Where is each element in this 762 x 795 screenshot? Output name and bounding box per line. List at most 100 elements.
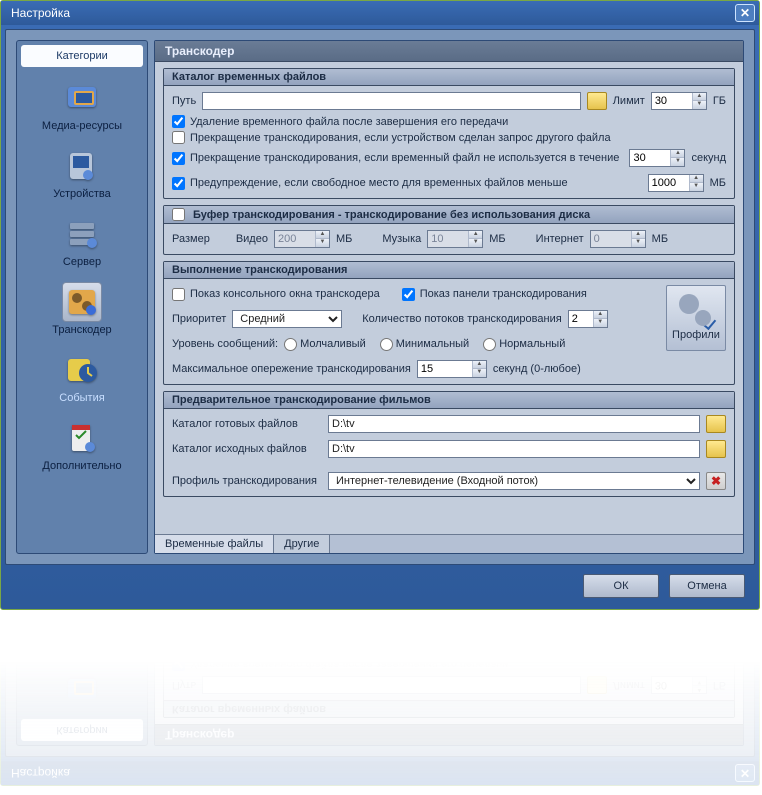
internet-label: Интернет <box>536 233 584 245</box>
in-folder-label: Каталог исходных файлов <box>172 443 322 455</box>
main-title: Транскодер <box>155 724 743 745</box>
sidebar-item-additional[interactable]: Дополнительно <box>17 411 147 479</box>
mb1: МБ <box>336 233 352 245</box>
chk-warn-space[interactable]: Предупреждение, если свободное место для… <box>172 177 642 190</box>
media-icon <box>62 668 102 708</box>
sidebar-label: Сервер <box>19 256 145 268</box>
limit-unit: ГБ <box>713 95 726 107</box>
limit-stepper[interactable]: ▲▼ <box>651 92 707 110</box>
bottom-tabs: Временные файлы Другие <box>155 534 743 553</box>
internet-stepper: ▲▼ <box>590 230 646 248</box>
dialog-body: Категории Медиа-ресурсы Устройства Серве… <box>5 606 755 757</box>
group-header-pretrans: Предварительное транскодирование фильмов <box>164 392 734 409</box>
threads-stepper[interactable]: ▲▼ <box>568 310 608 328</box>
profile-select[interactable]: Интернет-телевидение (Входной поток) <box>328 472 700 490</box>
mb3: МБ <box>652 233 668 245</box>
idle-unit: секунд <box>691 622 726 634</box>
main-panel: Транскодер Каталог временных файлов Путь… <box>154 40 744 554</box>
buffer-size-label: Размер <box>172 233 210 245</box>
cancel-button[interactable]: Отмена <box>669 574 745 598</box>
title-bar: Настройка ✕ <box>1 1 759 25</box>
browse-out-folder-icon[interactable] <box>706 415 726 433</box>
limit-label: Лимит <box>613 679 645 691</box>
idle-stepper[interactable]: ▲▼ <box>629 619 685 637</box>
settings-window: Настройка ✕ Категории Медиа-ресурсы Устр… <box>0 606 760 786</box>
group-header-temp: Каталог временных файлов <box>164 700 734 717</box>
path-input[interactable] <box>202 92 581 110</box>
in-folder-input[interactable] <box>328 440 700 458</box>
sidebar-header: Категории <box>21 45 143 67</box>
sidebar-item-devices[interactable]: Устройства <box>17 139 147 207</box>
ok-button[interactable]: ОК <box>583 574 659 598</box>
group-header-buffer[interactable]: Буфер транскодирования - транскодировани… <box>164 206 734 224</box>
path-label: Путь <box>172 95 196 107</box>
threads-label: Количество потоков транскодирования <box>362 313 561 325</box>
events-icon <box>62 350 102 390</box>
warn-unit: МБ <box>710 177 726 189</box>
group-header-temp: Каталог временных файлов <box>164 69 734 86</box>
category-sidebar: Категории Медиа-ресурсы Устройства Серве… <box>16 40 148 554</box>
sidebar-item-transcoder[interactable]: Транскодер <box>17 275 147 343</box>
chk-stop-other-request[interactable]: Прекращение транскодирования, если устро… <box>172 131 726 144</box>
warn-stepper[interactable]: ▲▼ <box>648 174 704 192</box>
radio-normal[interactable]: Нормальный <box>483 338 565 351</box>
delete-profile-icon[interactable]: ✖ <box>706 472 726 490</box>
chk-stop-other-request[interactable]: Прекращение транскодирования, если устро… <box>172 642 726 655</box>
tab-temp-files[interactable]: Временные файлы <box>155 535 274 553</box>
video-label: Видео <box>236 233 268 245</box>
profile-label: Профиль транскодирования <box>172 475 322 487</box>
group-temp-files: Каталог временных файлов Путь Лимит ▲▼ Г… <box>163 68 735 199</box>
sidebar-item-media[interactable]: Медиа-ресурсы <box>17 647 147 715</box>
sidebar-label: Медиа-ресурсы <box>19 120 145 132</box>
chk-stop-idle[interactable]: Прекращение транскодирования, если време… <box>172 622 623 635</box>
idle-stepper[interactable]: ▲▼ <box>629 149 685 167</box>
dialog-body: Категории Медиа-ресурсы Устройства Серве… <box>5 29 755 565</box>
browse-in-folder-icon[interactable] <box>706 440 726 458</box>
sidebar-label: Транскодер <box>19 324 145 336</box>
dialog-buttons: ОК Отмена <box>1 569 759 609</box>
music-stepper: ▲▼ <box>427 230 483 248</box>
path-input[interactable] <box>202 676 581 694</box>
lead-stepper[interactable]: ▲▼ <box>417 360 487 378</box>
main-panel: Транскодер Каталог временных файлов Путь… <box>154 606 744 746</box>
sidebar-item-media[interactable]: Медиа-ресурсы <box>17 71 147 139</box>
group-buffer: Буфер транскодирования - транскодировани… <box>163 205 735 255</box>
tab-other[interactable]: Другие <box>274 535 330 553</box>
browse-folder-icon[interactable] <box>587 92 607 110</box>
sidebar-label: Медиа-ресурсы <box>19 654 145 666</box>
title-bar: Настройка ✕ <box>1 761 759 785</box>
media-icon <box>62 78 102 118</box>
verbose-label: Уровень сообщений: <box>172 338 278 350</box>
chk-stop-idle[interactable]: Прекращение транскодирования, если време… <box>172 152 623 165</box>
additional-icon <box>62 418 102 458</box>
chk-console[interactable]: Показ консольного окна транскодера <box>172 288 380 301</box>
profiles-button[interactable]: Профили <box>666 285 726 351</box>
sidebar-label: События <box>19 392 145 404</box>
music-label: Музыка <box>382 233 421 245</box>
limit-stepper[interactable]: ▲▼ <box>651 676 707 694</box>
sidebar-item-devices[interactable]: Устройства <box>17 606 147 647</box>
video-stepper: ▲▼ <box>274 230 330 248</box>
transcoder-icon <box>62 282 102 322</box>
gear-icon <box>680 295 712 325</box>
chk-panel[interactable]: Показ панели транскодирования <box>402 288 587 301</box>
sidebar-item-server[interactable]: Сервер <box>17 207 147 275</box>
close-icon[interactable]: ✕ <box>735 4 755 22</box>
limit-unit: ГБ <box>713 679 726 691</box>
idle-unit: секунд <box>691 152 726 164</box>
sidebar-item-events[interactable]: События <box>17 343 147 411</box>
sidebar-label: Устройства <box>19 188 145 200</box>
radio-minimal[interactable]: Минимальный <box>380 338 469 351</box>
devices-icon <box>62 146 102 186</box>
chk-delete-temp[interactable]: Удаление временного файла после завершен… <box>172 658 726 671</box>
out-folder-input[interactable] <box>328 415 700 433</box>
chk-delete-temp[interactable]: Удаление временного файла после завершен… <box>172 115 726 128</box>
sidebar-label: Дополнительно <box>19 460 145 472</box>
window-title: Настройка <box>11 766 70 780</box>
priority-select[interactable]: Средний <box>232 310 342 328</box>
browse-folder-icon[interactable] <box>587 676 607 694</box>
radio-silent[interactable]: Молчаливый <box>284 338 366 351</box>
path-label: Путь <box>172 679 196 691</box>
group-pretranscode: Предварительное транскодирование фильмов… <box>163 391 735 497</box>
close-icon[interactable]: ✕ <box>735 764 755 782</box>
